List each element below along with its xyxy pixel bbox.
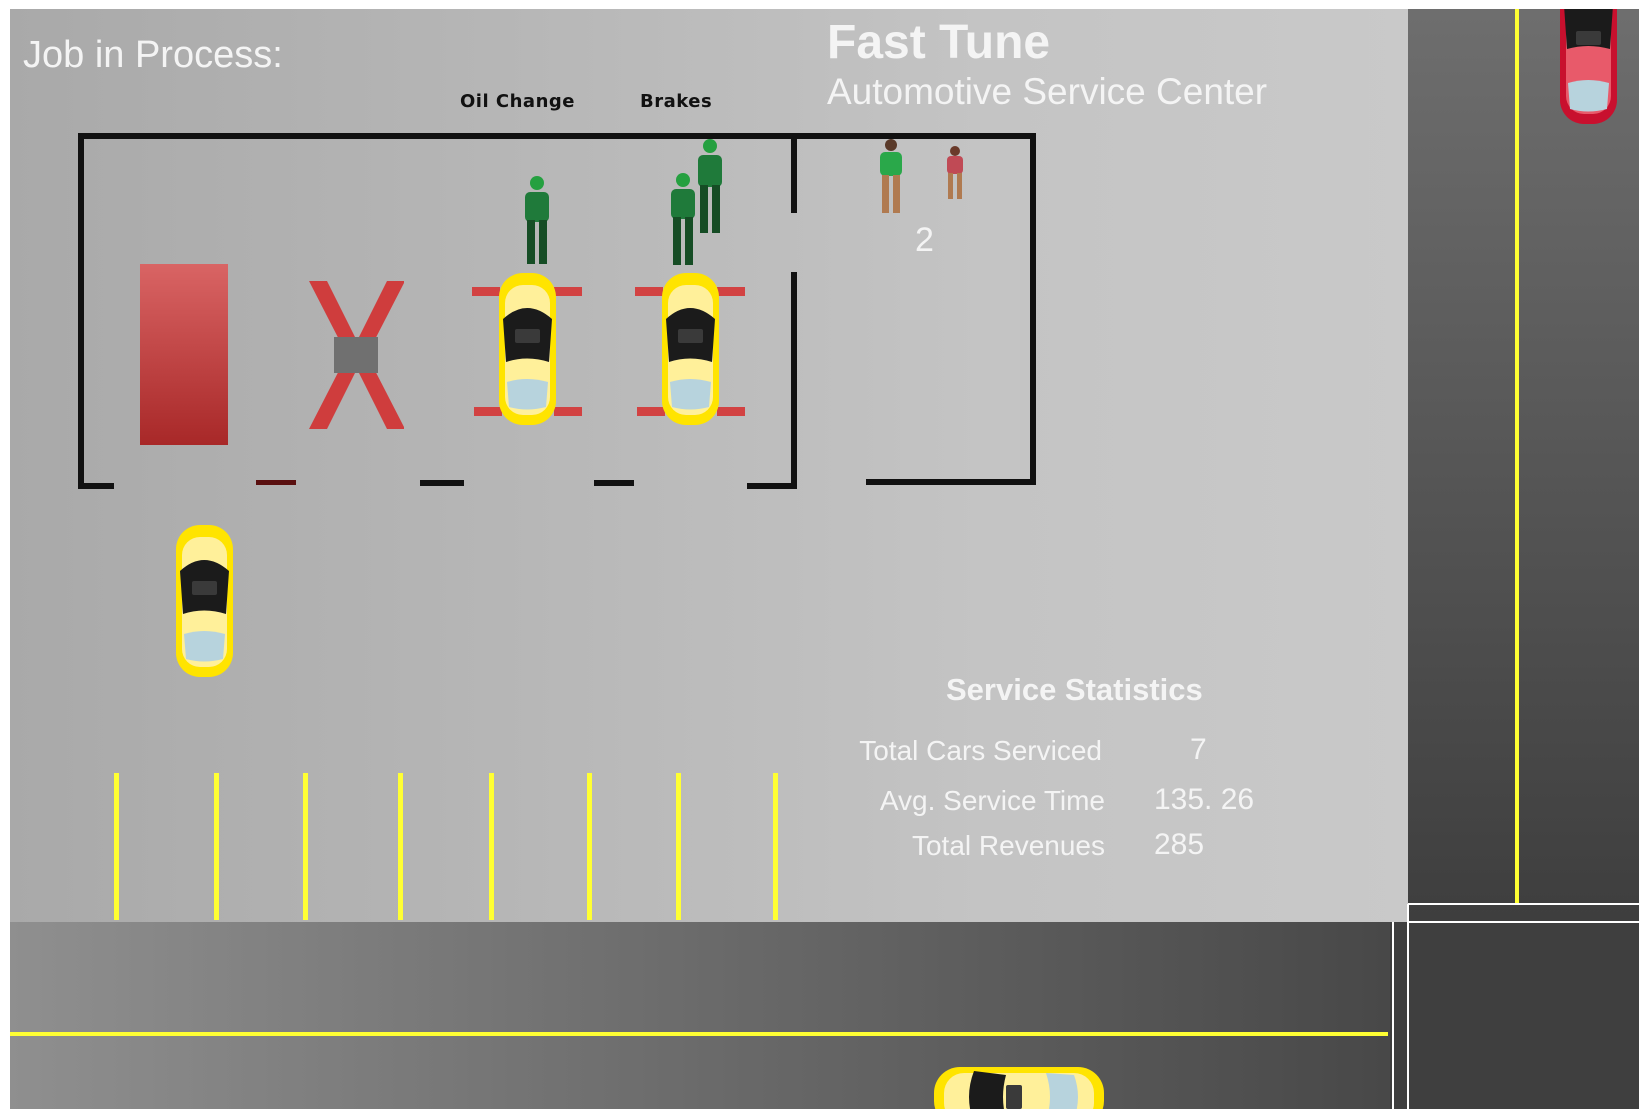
car-icon xyxy=(499,273,556,425)
car-icon xyxy=(662,273,719,425)
stat-value-total-revenues: 285 xyxy=(1154,828,1205,861)
worker-icon xyxy=(525,176,549,264)
bay-label-oil-change: Oil Change xyxy=(460,91,575,112)
brand-subtitle: Automotive Service Center xyxy=(827,71,1268,112)
service-statistics-title: Service Statistics xyxy=(946,672,1203,707)
customer-icon xyxy=(880,139,902,213)
service-lift-icon xyxy=(309,281,404,429)
brand-title: Fast Tune xyxy=(827,16,1051,69)
stat-label-avg-service-time: Avg. Service Time xyxy=(879,785,1105,816)
customer-icon xyxy=(947,146,963,199)
stat-label-total-revenues: Total Revenues xyxy=(911,830,1105,861)
waiting-queue-count: 2 xyxy=(915,221,934,259)
car-icon xyxy=(934,1067,1104,1109)
lift-with-car-brakes xyxy=(635,273,745,425)
road-markings xyxy=(10,9,1639,1109)
stat-value-total-cars: 7 xyxy=(1190,733,1207,766)
car-icon xyxy=(176,525,233,677)
bay-label-brakes: Brakes xyxy=(640,91,713,112)
worker-icon xyxy=(698,139,722,233)
workbench-icon xyxy=(140,264,228,445)
car-icon xyxy=(1560,9,1617,124)
simulation-scene: Job in Process: Fast Tune Automotive Ser… xyxy=(10,9,1639,1109)
job-in-process-label: Job in Process: xyxy=(23,34,283,76)
lift-with-car-oil-change xyxy=(472,273,582,425)
stat-value-avg-service-time: 135. 26 xyxy=(1154,783,1255,816)
stat-label-total-cars: Total Cars Serviced xyxy=(859,735,1102,766)
